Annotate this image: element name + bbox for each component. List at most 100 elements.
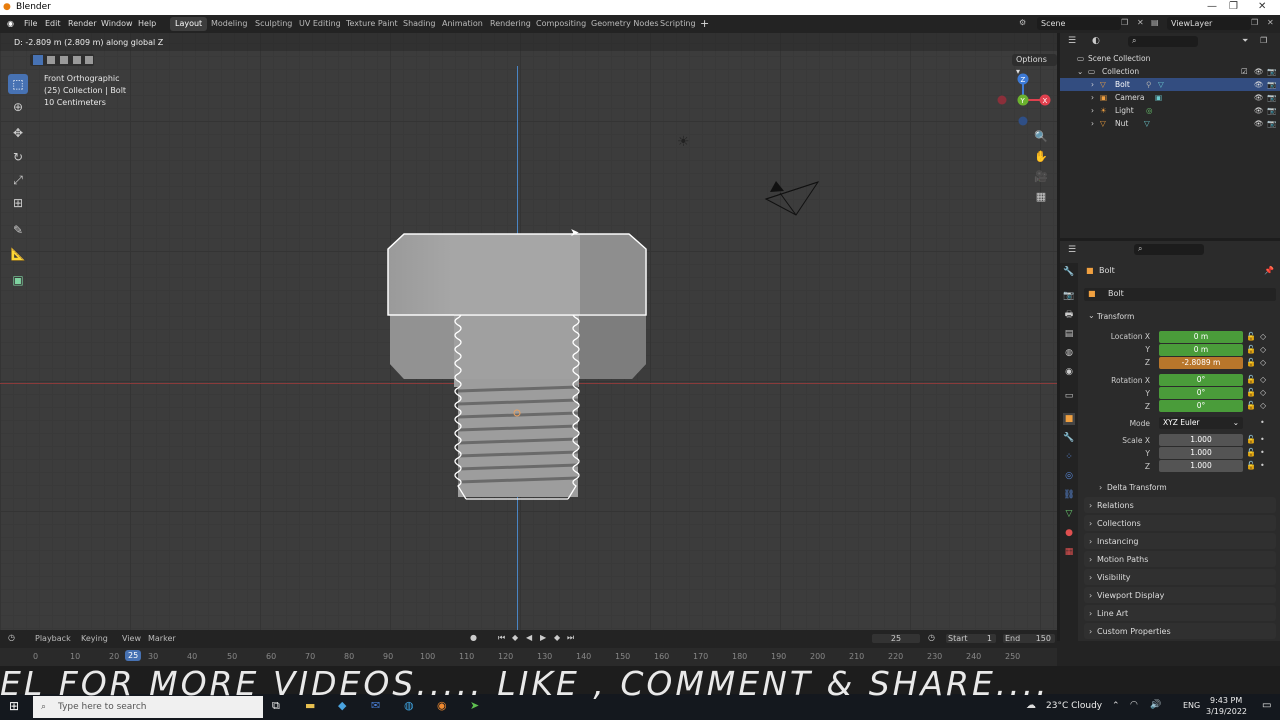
zoom-icon[interactable]: 🔍: [1033, 129, 1049, 145]
location-y-field[interactable]: 0 m: [1159, 344, 1243, 356]
transform-header[interactable]: Transform: [1097, 312, 1134, 321]
outliner-editor-icon[interactable]: ☰: [1068, 36, 1076, 46]
visibility-panel[interactable]: › Visibility: [1084, 569, 1276, 585]
keying-menu[interactable]: Keying: [81, 634, 108, 643]
render-camera-icon[interactable]: 📷: [1267, 91, 1276, 104]
relations-panel[interactable]: › Relations: [1084, 497, 1276, 513]
start-frame-field[interactable]: Start 1: [946, 634, 996, 643]
outliner-panel[interactable]: ☰ ◐ ⌕ ⏷ ❐ ▭ Scene Collection ⌄ ▭ Collect…: [1060, 33, 1280, 238]
keyframe-icon[interactable]: ◇: [1260, 401, 1266, 410]
rotation-x-field[interactable]: 0°: [1159, 374, 1243, 386]
render-camera-icon[interactable]: 📷: [1267, 78, 1276, 91]
scale-z-field[interactable]: 1.000: [1159, 460, 1243, 472]
blender-menu-icon[interactable]: ◉: [7, 19, 14, 28]
maximize-icon[interactable]: ❐: [1229, 1, 1238, 12]
play-icon[interactable]: ▶: [540, 633, 546, 642]
custom-properties-panel[interactable]: › Custom Properties: [1084, 623, 1276, 639]
menu-render[interactable]: Render: [68, 19, 96, 28]
expand-icon[interactable]: ›: [1091, 117, 1094, 130]
select-extend-icon[interactable]: [47, 56, 55, 64]
keyframe-dot-icon[interactable]: •: [1260, 418, 1265, 427]
keyframe-icon[interactable]: ◇: [1260, 345, 1266, 354]
move-tool[interactable]: ✥: [8, 123, 28, 143]
3d-viewport[interactable]: D: -2.809 m (2.809 m) along global Z Fro…: [0, 33, 1057, 630]
timeline[interactable]: ◷ Playback Keying View Marker ● ⏮ ◆ ◀ ▶ …: [0, 630, 1057, 666]
line-art-panel[interactable]: › Line Art: [1084, 605, 1276, 621]
viewport-display-panel[interactable]: › Viewport Display: [1084, 587, 1276, 603]
menu-help[interactable]: Help: [138, 19, 156, 28]
scale-x-field[interactable]: 1.000: [1159, 434, 1243, 446]
lock-icon[interactable]: 🔓: [1246, 401, 1256, 410]
delta-expand-icon[interactable]: ›: [1099, 483, 1102, 492]
outliner-item-light[interactable]: › ☀ Light ◎ 👁 📷: [1060, 104, 1280, 117]
remove-scene-icon[interactable]: ✕: [1137, 18, 1144, 27]
motion-paths-panel[interactable]: › Motion Paths: [1084, 551, 1276, 567]
add-cube-tool[interactable]: ▣: [8, 270, 28, 290]
annotate-tool[interactable]: ✎: [8, 220, 28, 240]
properties-editor-icon[interactable]: ☰: [1068, 245, 1076, 255]
object-datablock-field[interactable]: ■ Bolt: [1084, 288, 1276, 301]
add-workspace-icon[interactable]: +: [700, 17, 709, 30]
properties-search-input[interactable]: ⌕: [1134, 244, 1204, 255]
render-camera-icon[interactable]: 📷: [1267, 65, 1276, 78]
texture-tab-icon[interactable]: ▦: [1063, 546, 1075, 558]
prev-keyframe-icon[interactable]: ◆: [512, 633, 518, 642]
tab-modeling[interactable]: Modeling: [206, 17, 252, 31]
modifier-tab-icon[interactable]: 🔧: [1063, 432, 1075, 444]
options-dropdown[interactable]: Options ▾: [1012, 54, 1057, 76]
scale-y-field[interactable]: 1.000: [1159, 447, 1243, 459]
lock-icon[interactable]: 🔓: [1246, 388, 1256, 397]
playback-menu[interactable]: Playback: [35, 634, 71, 643]
view-menu[interactable]: View: [122, 634, 141, 643]
jump-start-icon[interactable]: ⏮: [498, 633, 505, 643]
navigation-gizmo[interactable]: Z Y X: [993, 71, 1053, 127]
filter-icon[interactable]: ⏷: [1242, 36, 1248, 46]
bolt-object[interactable]: [384, 199, 654, 504]
render-camera-icon[interactable]: 📷: [1267, 104, 1276, 117]
render-tab-icon[interactable]: 📷: [1063, 290, 1075, 302]
collections-panel[interactable]: › Collections: [1084, 515, 1276, 531]
visibility-eye-icon[interactable]: 👁: [1254, 78, 1264, 91]
perspective-toggle-icon[interactable]: ▦: [1033, 189, 1049, 205]
rotation-z-field[interactable]: 0°: [1159, 400, 1243, 412]
new-scene-icon[interactable]: ❐: [1121, 18, 1128, 27]
constraints-tab-icon[interactable]: ⛓: [1063, 489, 1075, 501]
menu-file[interactable]: File: [24, 19, 37, 28]
select-intersect-icon[interactable]: [85, 56, 93, 64]
scene-icon[interactable]: ⚙: [1019, 18, 1026, 27]
output-tab-icon[interactable]: 🖶: [1063, 309, 1075, 321]
end-frame-field[interactable]: End 150: [1003, 634, 1055, 643]
new-collection-icon[interactable]: ❐: [1260, 36, 1267, 45]
expand-icon[interactable]: ›: [1091, 91, 1094, 104]
tab-scripting[interactable]: Scripting: [655, 17, 701, 31]
menu-edit[interactable]: Edit: [45, 19, 61, 28]
keyframe-dot-icon[interactable]: •: [1260, 448, 1265, 457]
data-tab-icon[interactable]: ▽: [1063, 508, 1075, 520]
select-box-tool[interactable]: ⬚: [8, 74, 28, 94]
lock-icon[interactable]: 🔓: [1246, 345, 1256, 354]
outliner-item-bolt[interactable]: › ▽ Bolt ⚲ ▽ 👁 📷: [1060, 78, 1280, 91]
keyframe-dot-icon[interactable]: •: [1260, 435, 1265, 444]
lock-icon[interactable]: 🔓: [1246, 358, 1256, 367]
measure-tool[interactable]: 📐: [8, 244, 28, 264]
remove-view-layer-icon[interactable]: ✕: [1267, 18, 1274, 27]
cursor-tool[interactable]: ⊕: [8, 97, 28, 117]
expand-icon[interactable]: ›: [1091, 104, 1094, 117]
tab-rendering[interactable]: Rendering: [485, 17, 536, 31]
include-checkbox[interactable]: ☑: [1241, 65, 1248, 78]
transform-tool[interactable]: ⊞: [8, 193, 28, 213]
outliner-scene-collection[interactable]: ▭ Scene Collection: [1060, 52, 1280, 65]
tab-shading[interactable]: Shading: [398, 17, 441, 31]
particles-tab-icon[interactable]: ⁘: [1063, 451, 1075, 463]
rotate-tool[interactable]: ↻: [8, 147, 28, 167]
select-invert-icon[interactable]: [73, 56, 81, 64]
select-mode-buttons[interactable]: [30, 54, 94, 66]
tab-uv-editing[interactable]: UV Editing: [294, 17, 346, 31]
rotation-y-field[interactable]: 0°: [1159, 387, 1243, 399]
clock-icon[interactable]: ◷: [928, 633, 935, 642]
outliner-search-input[interactable]: ⌕: [1128, 36, 1198, 47]
instancing-panel[interactable]: › Instancing: [1084, 533, 1276, 549]
tab-texture-paint[interactable]: Texture Paint: [341, 17, 403, 31]
select-new-icon[interactable]: [33, 55, 43, 65]
record-icon[interactable]: ●: [470, 633, 477, 642]
